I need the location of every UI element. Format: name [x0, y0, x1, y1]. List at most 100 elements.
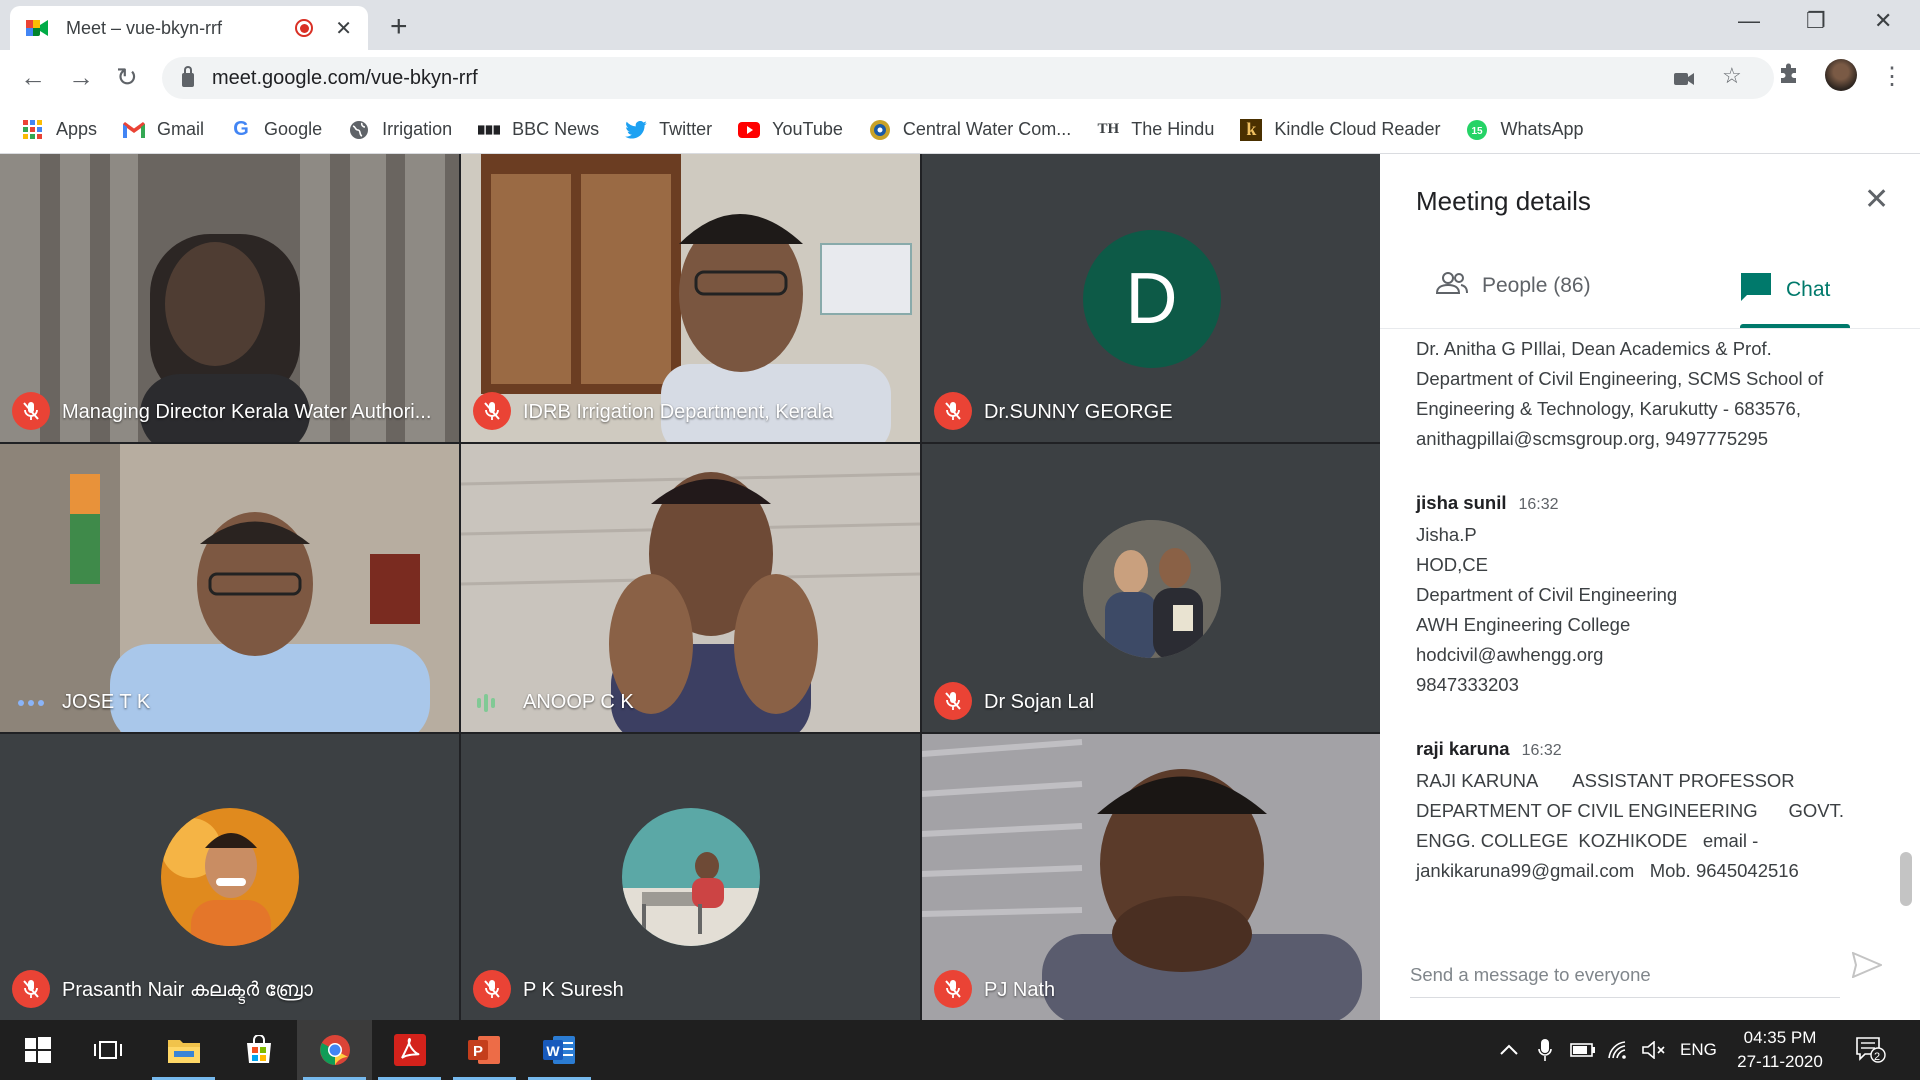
address-bar[interactable]: meet.google.com/vue-bkyn-rrf ☆ [162, 57, 1774, 99]
participant-tile[interactable]: ANOOP C K [461, 444, 920, 732]
bookmark-youtube[interactable]: YouTube [738, 119, 843, 140]
task-view-icon[interactable] [70, 1020, 145, 1080]
bookmark-label: Central Water Com... [902, 119, 1072, 139]
extensions-puzzle-icon[interactable] [1778, 62, 1800, 91]
message-line: ENGG. COLLEGE KOZHIKODE email - [1416, 830, 1759, 851]
bookmark-the-hindu[interactable]: TH The Hindu [1097, 119, 1214, 140]
bookmark-label: Apps [56, 119, 98, 139]
kindle-icon: k [1240, 118, 1263, 141]
bookmark-label: The Hindu [1131, 119, 1215, 139]
message-time: 16:32 [1521, 742, 1562, 759]
tab-title: Meet – vue-bkyn-rrf [66, 17, 223, 38]
show-hidden-icons-chevron-icon[interactable] [1500, 1020, 1518, 1080]
message-line: DEPARTMENT OF CIVIL ENGINEERING GOVT. [1416, 800, 1844, 821]
battery-icon[interactable] [1570, 1020, 1596, 1080]
microphone-tray-icon[interactable] [1538, 1020, 1552, 1080]
participant-tile[interactable]: D Dr.SUNNY GEORGE [922, 154, 1381, 442]
more-options-dots-icon[interactable] [18, 700, 44, 706]
word-icon[interactable]: W [522, 1020, 597, 1080]
tab-chat[interactable]: Chat [1740, 272, 1830, 308]
participant-name: PJ Nath [984, 979, 1056, 1001]
apps-grid-icon [22, 119, 44, 140]
participant-tile[interactable]: Managing Director Kerala Water Authori..… [0, 154, 459, 442]
system-clock[interactable]: 04:35 PM 27-11-2020 [1720, 1026, 1840, 1074]
bookmark-label: Irrigation [382, 119, 453, 139]
google-icon: G [233, 118, 249, 140]
participant-tile[interactable]: P K Suresh [461, 734, 920, 1020]
message-line: Jisha.P [1416, 524, 1477, 545]
action-center-icon[interactable]: 2 [1856, 1020, 1886, 1080]
camera-icon[interactable] [1674, 67, 1696, 93]
chat-message: Dr. Anitha G PIllai, Dean Academics & Pr… [1416, 334, 1886, 454]
chat-tab-label: Chat [1786, 278, 1831, 301]
video-feed [0, 154, 459, 442]
participant-tile[interactable]: Prasanth Nair കലക്ടർ ബ്രോ [0, 734, 459, 1020]
people-tab-label: People (86) [1482, 274, 1591, 297]
message-sender: jisha sunil [1416, 492, 1507, 513]
acrobat-reader-icon[interactable] [372, 1020, 447, 1080]
restore-window-button[interactable]: ❐ [1806, 8, 1826, 34]
bookmark-irrigation[interactable]: Irrigation [348, 119, 452, 140]
powerpoint-icon[interactable]: P [447, 1020, 522, 1080]
bookmark-label: Google [264, 119, 323, 139]
bookmark-bbc-news[interactable]: BBC News [478, 119, 599, 140]
message-line: anithagpillai@scmsgroup.org, 9497775295 [1416, 428, 1769, 449]
reload-icon[interactable]: ↻ [116, 62, 138, 93]
participant-tile[interactable]: Dr Sojan Lal [922, 444, 1381, 732]
tab-people[interactable]: People (86) [1435, 272, 1591, 300]
tab-close-icon[interactable]: ✕ [335, 16, 352, 41]
input-language[interactable]: ENG [1680, 1020, 1717, 1080]
svg-text:15: 15 [1472, 126, 1484, 137]
bookmark-google[interactable]: G Google [230, 118, 323, 140]
bookmark-central-water-commission[interactable]: Central Water Com... [869, 119, 1071, 140]
bookmark-whatsapp[interactable]: 15 WhatsApp [1466, 119, 1584, 140]
chat-message: raji karuna 16:32 RAJI KARUNA ASSISTANT … [1416, 734, 1886, 886]
bookmark-kindle-cloud-reader[interactable]: k Kindle Cloud Reader [1240, 118, 1441, 141]
forward-arrow-icon[interactable]: → [68, 62, 94, 93]
volume-muted-icon[interactable] [1642, 1020, 1666, 1080]
participant-tile[interactable]: IDRB Irrigation Department, Kerala [461, 154, 920, 442]
profile-avatar[interactable] [1825, 59, 1857, 91]
message-line: Engineering & Technology, Karukutty - 68… [1416, 398, 1801, 419]
windows-start-icon[interactable] [0, 1020, 75, 1080]
gmail-icon [123, 120, 146, 140]
muted-mic-icon [473, 970, 511, 1008]
people-icon [1435, 272, 1468, 300]
bookmark-gmail[interactable]: Gmail [123, 119, 204, 140]
browser-menu-icon[interactable]: ⋮ [1880, 62, 1904, 91]
lock-icon [182, 66, 194, 87]
video-feed [461, 154, 920, 442]
video-feed [922, 734, 1381, 1020]
participant-name: P K Suresh [523, 979, 624, 1001]
back-arrow-icon[interactable]: ← [20, 62, 46, 93]
chat-icon [1740, 272, 1772, 308]
message-time: 16:32 [1518, 496, 1559, 513]
bookmark-twitter[interactable]: Twitter [625, 119, 712, 140]
file-explorer-icon[interactable] [146, 1020, 221, 1080]
message-line: 9847333203 [1416, 674, 1519, 695]
microsoft-store-icon[interactable] [221, 1020, 296, 1080]
message-line: AWH Engineering College [1416, 614, 1631, 635]
participant-grid: Managing Director Kerala Water Authori..… [0, 154, 1381, 1020]
browser-tab-meet[interactable]: Meet – vue-bkyn-rrf ✕ [10, 6, 368, 50]
close-panel-icon[interactable]: ✕ [1864, 182, 1889, 217]
wifi-icon[interactable] [1608, 1020, 1630, 1080]
chat-message-input[interactable]: Send a message to everyone [1410, 952, 1840, 998]
send-message-icon[interactable] [1851, 951, 1884, 986]
bookmark-label: BBC News [512, 119, 600, 139]
participant-photo-avatar [621, 808, 760, 946]
svg-text:W: W [546, 1043, 560, 1059]
participant-tile[interactable]: PJ Nath [922, 734, 1381, 1020]
the-hindu-icon: TH [1097, 121, 1120, 137]
new-tab-button[interactable]: + [390, 10, 408, 44]
close-window-button[interactable]: ✕ [1874, 8, 1892, 34]
globe-icon [348, 120, 370, 140]
chrome-icon[interactable] [297, 1020, 372, 1080]
participant-tile[interactable]: JOSE T K [0, 444, 459, 732]
bookmark-star-icon[interactable]: ☆ [1722, 63, 1742, 89]
minimize-window-button[interactable]: — [1738, 8, 1760, 34]
participant-photo-avatar [160, 808, 299, 946]
chat-scrollbar[interactable] [1900, 852, 1912, 906]
bookmark-apps[interactable]: Apps [22, 119, 97, 140]
bookmark-label: Kindle Cloud Reader [1274, 119, 1441, 139]
